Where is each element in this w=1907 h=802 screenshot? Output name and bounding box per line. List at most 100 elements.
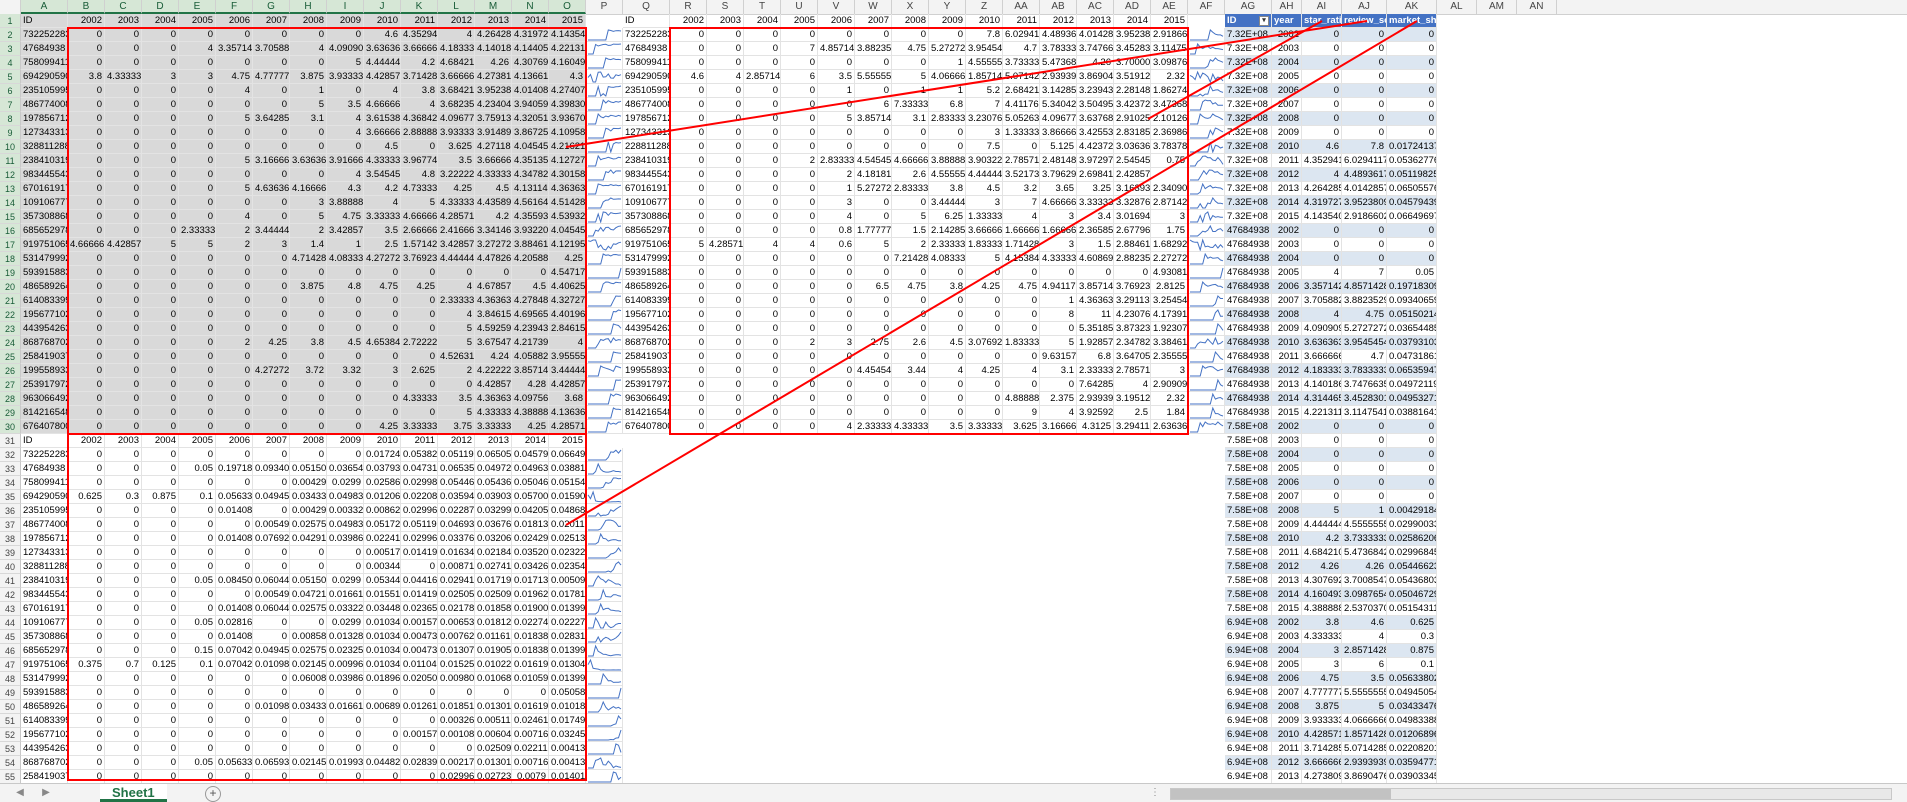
cell[interactable]: 3.675471 (475, 336, 512, 350)
cell[interactable]: 4.75 (364, 280, 401, 294)
cell[interactable]: 1.923077 (1151, 322, 1188, 336)
cell[interactable]: 0 (1387, 70, 1437, 84)
horizontal-scrollbar[interactable] (1170, 788, 1892, 800)
cell[interactable]: 3.857143 (512, 364, 549, 378)
cell[interactable]: 2.91866 (1151, 28, 1188, 42)
cell[interactable]: 0 (68, 756, 105, 770)
row-header[interactable]: 55 (0, 770, 21, 783)
cell[interactable]: 6.94E+08 (1225, 630, 1272, 644)
cell[interactable]: 0 (966, 378, 1003, 392)
cell[interactable]: 3 (966, 196, 1003, 210)
cell[interactable]: 3.357143 (216, 42, 253, 56)
cell[interactable]: 4.264286 (475, 28, 512, 42)
cell[interactable]: 5 (290, 98, 327, 112)
cell[interactable]: 2009 (1272, 126, 1302, 140)
cell[interactable]: 983445543 (21, 168, 68, 182)
cell[interactable]: 3.5 (929, 420, 966, 434)
cell[interactable]: 0 (68, 378, 105, 392)
cell[interactable]: 0.00413 (549, 742, 586, 756)
cell[interactable]: 4.319728 (512, 28, 549, 42)
cell[interactable]: 2005 (1272, 658, 1302, 672)
cell[interactable]: 983445543 (623, 168, 670, 182)
cell[interactable]: 2007 (1272, 686, 1302, 700)
cell[interactable]: 0 (216, 742, 253, 756)
cell[interactable]: 0 (438, 742, 475, 756)
cell[interactable]: 4.363636 (549, 182, 586, 196)
cell[interactable]: 5 (1302, 504, 1342, 518)
cell[interactable]: 0 (216, 448, 253, 462)
cell[interactable]: 0 (1387, 84, 1437, 98)
cell[interactable]: 0 (707, 336, 744, 350)
cell[interactable]: 2007 (1272, 98, 1302, 112)
cell[interactable]: 0.15 (179, 644, 216, 658)
cell[interactable]: 0 (142, 392, 179, 406)
cell[interactable]: 2.5 (364, 238, 401, 252)
cell[interactable]: 0 (142, 602, 179, 616)
cell[interactable]: 0 (1342, 126, 1387, 140)
row-header[interactable]: 3 (0, 42, 21, 56)
row-header[interactable]: 24 (0, 336, 21, 350)
row-header[interactable]: 28 (0, 392, 21, 406)
cell[interactable]: 7.5 (966, 140, 1003, 154)
row-header[interactable]: 4 (0, 56, 21, 70)
cell[interactable]: 0 (290, 266, 327, 280)
cell[interactable]: 4.363636 (475, 294, 512, 308)
cell[interactable]: 3.333333 (966, 420, 1003, 434)
column-header[interactable]: N (512, 0, 549, 14)
cell[interactable]: 0 (253, 84, 290, 98)
cell[interactable]: 0 (290, 420, 327, 434)
cell[interactable]: 4.121951 (549, 238, 586, 252)
cell[interactable]: 593915883 (21, 266, 68, 280)
cell[interactable]: 2007 (855, 14, 892, 28)
row-header[interactable]: 47 (0, 658, 21, 672)
row-header[interactable]: 52 (0, 728, 21, 742)
cell[interactable]: 2.785714 (1114, 364, 1151, 378)
cell[interactable]: 0 (142, 406, 179, 420)
cell[interactable]: 0 (1302, 84, 1342, 98)
cell[interactable]: 4.140187 (475, 42, 512, 56)
cell[interactable]: 0 (966, 322, 1003, 336)
cell[interactable]: 7.8 (1342, 140, 1387, 154)
cell[interactable]: 3.625 (438, 140, 475, 154)
cell[interactable]: 5 (401, 196, 438, 210)
cell[interactable]: 2008 (1272, 112, 1302, 126)
cell[interactable]: 0.007165 (512, 728, 549, 742)
cell[interactable]: 2.871429 (1151, 196, 1188, 210)
cell[interactable]: 614083399 (21, 294, 68, 308)
cell[interactable]: 3.341463 (475, 224, 512, 238)
cell[interactable]: 486589264 (21, 280, 68, 294)
cell[interactable]: 0 (707, 224, 744, 238)
cell[interactable]: 0.003268 (438, 714, 475, 728)
cell[interactable]: 3 (1302, 644, 1342, 658)
cell[interactable]: 4.25 (438, 182, 475, 196)
cell[interactable]: 0 (364, 728, 401, 742)
cell[interactable]: 4 (929, 364, 966, 378)
cell[interactable]: 2005 (1272, 266, 1302, 280)
cell[interactable]: 0 (707, 322, 744, 336)
cell[interactable]: 0 (1003, 322, 1040, 336)
cell[interactable]: 2.831858 (1114, 126, 1151, 140)
cell[interactable]: 3.098765 (1151, 56, 1188, 70)
cell[interactable]: 0 (216, 378, 253, 392)
cell[interactable]: 0 (105, 518, 142, 532)
cell[interactable]: 2.355556 (1151, 350, 1188, 364)
cell[interactable]: 0 (1302, 252, 1342, 266)
cell[interactable]: 0.05 (179, 574, 216, 588)
cell[interactable]: 0 (744, 154, 781, 168)
column-header[interactable]: X (892, 0, 929, 14)
cell[interactable]: 0 (670, 112, 707, 126)
cell[interactable]: 0.004732 (401, 644, 438, 658)
cell[interactable]: 0 (290, 28, 327, 42)
cell[interactable]: 0 (105, 336, 142, 350)
cell[interactable]: 258419037 (21, 350, 68, 364)
cell[interactable]: 0 (818, 294, 855, 308)
cell[interactable]: 0 (892, 406, 929, 420)
cell[interactable]: 3.747663551 (1342, 378, 1387, 392)
cell[interactable]: 0 (818, 322, 855, 336)
cell[interactable]: 0.049721 (475, 462, 512, 476)
cell[interactable]: 4.75 (892, 42, 929, 56)
cell[interactable]: 4.143541 (549, 28, 586, 42)
cell[interactable]: 0.044164 (401, 574, 438, 588)
cell[interactable]: review_score▾ (1342, 14, 1387, 28)
column-header[interactable]: AD (1114, 0, 1151, 14)
